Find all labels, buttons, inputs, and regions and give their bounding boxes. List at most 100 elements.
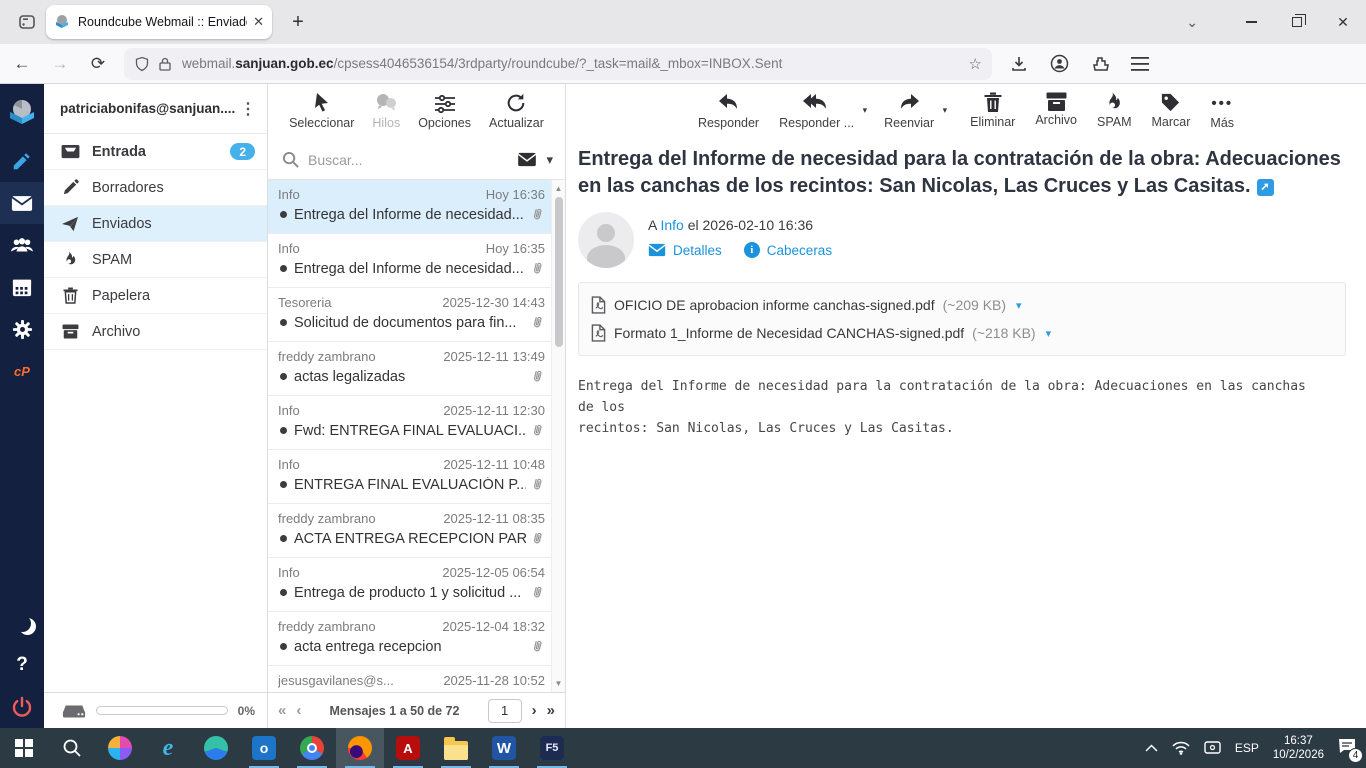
reload-button[interactable]: ⟳ (82, 48, 114, 80)
back-button[interactable]: ← (6, 48, 38, 80)
list-scrollbar[interactable]: ▲ ▼ (551, 180, 565, 692)
scroll-down-icon[interactable]: ▼ (555, 675, 563, 692)
page-number-input[interactable]: 1 (488, 699, 522, 723)
forward-button: → (44, 48, 76, 80)
taskbar-clock[interactable]: 16:37 10/2/2026 (1273, 734, 1324, 762)
refresh-button[interactable]: Actualizar (489, 92, 544, 130)
details-toggle[interactable]: Detalles (648, 243, 722, 258)
account-icon[interactable] (1050, 54, 1069, 73)
tab-list-chevron-icon[interactable]: ⌄ (1186, 14, 1198, 31)
calendar-nav-button[interactable] (0, 266, 44, 308)
notification-center-button[interactable]: 4 (1338, 738, 1356, 759)
bookmark-star-icon[interactable]: ☆ (969, 55, 982, 73)
last-page-icon[interactable]: » (547, 702, 555, 719)
account-menu-icon[interactable]: ⋮ (240, 99, 257, 119)
taskbar-copilot-button[interactable] (96, 728, 144, 768)
message-row[interactable]: jesusgavilanes@s...2025-11-28 10:52 (268, 666, 551, 692)
reply-all-button[interactable]: Responder ... ▾ (779, 92, 854, 130)
browser-tab[interactable]: Roundcube Webmail :: Enviados ✕ (46, 5, 272, 39)
next-page-icon[interactable]: › (532, 702, 537, 719)
edge-icon (204, 736, 228, 760)
message-row[interactable]: Info2025-12-11 12:30 Fwd: ENTREGA FINAL … (268, 396, 551, 450)
window-minimize-button[interactable] (1228, 0, 1274, 44)
folder-archivo[interactable]: Archivo (44, 314, 267, 350)
new-tab-button[interactable]: + (284, 11, 312, 34)
taskbar-acrobat-button[interactable]: A (384, 728, 432, 768)
taskbar-search-button[interactable] (48, 728, 96, 768)
cpanel-icon[interactable]: cP (0, 350, 44, 392)
taskbar-edge-button[interactable] (192, 728, 240, 768)
taskbar-chrome-button[interactable] (288, 728, 336, 768)
tray-chevron-icon[interactable] (1145, 744, 1158, 752)
taskbar-firefox-button[interactable] (336, 728, 384, 768)
options-button[interactable]: Opciones (418, 92, 471, 130)
forward-button[interactable]: Reenviar ▾ (884, 92, 934, 130)
scroll-thumb[interactable] (555, 197, 563, 347)
attachment-row[interactable]: Formato 1_Informe de Necesidad CANCHAS-s… (591, 319, 1333, 347)
message-row[interactable]: Tesoreria2025-12-30 14:43 Solicitud de d… (268, 288, 551, 342)
scroll-up-icon[interactable]: ▲ (555, 180, 563, 197)
shield-icon[interactable] (134, 56, 150, 72)
reply-all-dropdown-icon[interactable]: ▾ (863, 105, 868, 116)
forward-dropdown-icon[interactable]: ▾ (943, 105, 948, 116)
delete-button[interactable]: Eliminar (970, 92, 1015, 129)
menu-hamburger-icon[interactable] (1131, 57, 1149, 71)
downloads-icon[interactable] (1010, 55, 1028, 73)
display-tray-icon[interactable] (1204, 741, 1221, 755)
taskbar-explorer-button[interactable] (432, 728, 480, 768)
message-row[interactable]: freddy zambrano2025-12-04 18:32 acta ent… (268, 612, 551, 666)
search-icon (282, 151, 299, 168)
lock-icon[interactable] (158, 56, 172, 72)
taskbar-f5-button[interactable]: F5 (528, 728, 576, 768)
message-row[interactable]: InfoHoy 16:35 Entrega del Informe de nec… (268, 234, 551, 288)
wifi-icon[interactable] (1172, 741, 1190, 755)
search-options-chevron-icon[interactable]: ▾ (546, 152, 553, 168)
more-button[interactable]: ••• Más (1210, 92, 1234, 130)
extensions-icon[interactable] (1091, 55, 1109, 73)
archive-button[interactable]: Archivo (1035, 92, 1077, 127)
start-button[interactable] (0, 728, 48, 768)
language-indicator[interactable]: ESP (1235, 741, 1259, 755)
folder-papelera[interactable]: Papelera (44, 278, 267, 314)
firefox-view-icon[interactable] (12, 9, 42, 35)
mark-button[interactable]: Marcar (1152, 92, 1191, 129)
message-row[interactable]: Info2025-12-11 10:48 ENTREGA FINAL EVALU… (268, 450, 551, 504)
contacts-nav-button[interactable] (0, 224, 44, 266)
taskbar-word-button[interactable]: W (480, 728, 528, 768)
reply-button[interactable]: Responder (698, 92, 759, 130)
message-row[interactable]: freddy zambrano2025-12-11 13:49 actas le… (268, 342, 551, 396)
tab-close-icon[interactable]: ✕ (253, 14, 264, 30)
message-row[interactable]: freddy zambrano2025-12-11 08:35 ACTA ENT… (268, 504, 551, 558)
attachment-menu-icon[interactable]: ▾ (1046, 327, 1052, 340)
folder-entrada[interactable]: Entrada 2 (44, 134, 267, 170)
message-row[interactable]: Info2025-12-05 06:54 Entrega de producto… (268, 558, 551, 612)
prev-page-icon[interactable]: ‹ (296, 702, 301, 719)
help-button[interactable]: ? (0, 644, 44, 686)
folder-borradores[interactable]: Borradores (44, 170, 267, 206)
open-in-new-window-icon[interactable]: ➚ (1257, 179, 1274, 196)
logout-button[interactable] (0, 686, 44, 728)
headers-toggle[interactable]: i Cabeceras (744, 242, 832, 258)
recipient-link[interactable]: Info (660, 217, 683, 233)
url-bar[interactable]: webmail.sanjuan.gob.ec/cpsess4046536154/… (124, 48, 992, 80)
window-close-button[interactable]: ✕ (1320, 0, 1366, 44)
taskbar-outlook-button[interactable]: o (240, 728, 288, 768)
mail-nav-button[interactable] (0, 182, 44, 224)
folder-enviados[interactable]: Enviados (44, 206, 267, 242)
select-button[interactable]: Seleccionar (289, 92, 354, 130)
compose-button[interactable] (0, 140, 44, 182)
attachment-menu-icon[interactable]: ▾ (1016, 299, 1022, 312)
dark-mode-toggle[interactable] (0, 602, 44, 644)
spam-button[interactable]: SPAM (1097, 92, 1132, 129)
first-page-icon[interactable]: « (278, 702, 286, 719)
settings-nav-button[interactable] (0, 308, 44, 350)
folder-spam[interactable]: SPAM (44, 242, 267, 278)
search-scope-envelope-icon[interactable] (517, 152, 537, 167)
window-restore-button[interactable] (1274, 0, 1320, 44)
taskbar-ie-button[interactable]: e (144, 728, 192, 768)
attachment-row[interactable]: OFICIO DE aprobacion informe canchas-sig… (591, 291, 1333, 319)
roundcube-logo[interactable] (0, 84, 44, 140)
search-bar[interactable]: Buscar... ▾ (268, 140, 565, 180)
message-row[interactable]: InfoHoy 16:36 Entrega del Informe de nec… (268, 180, 551, 234)
account-header[interactable]: patriciabonifas@sanjuan.... ⋮ (44, 84, 267, 134)
